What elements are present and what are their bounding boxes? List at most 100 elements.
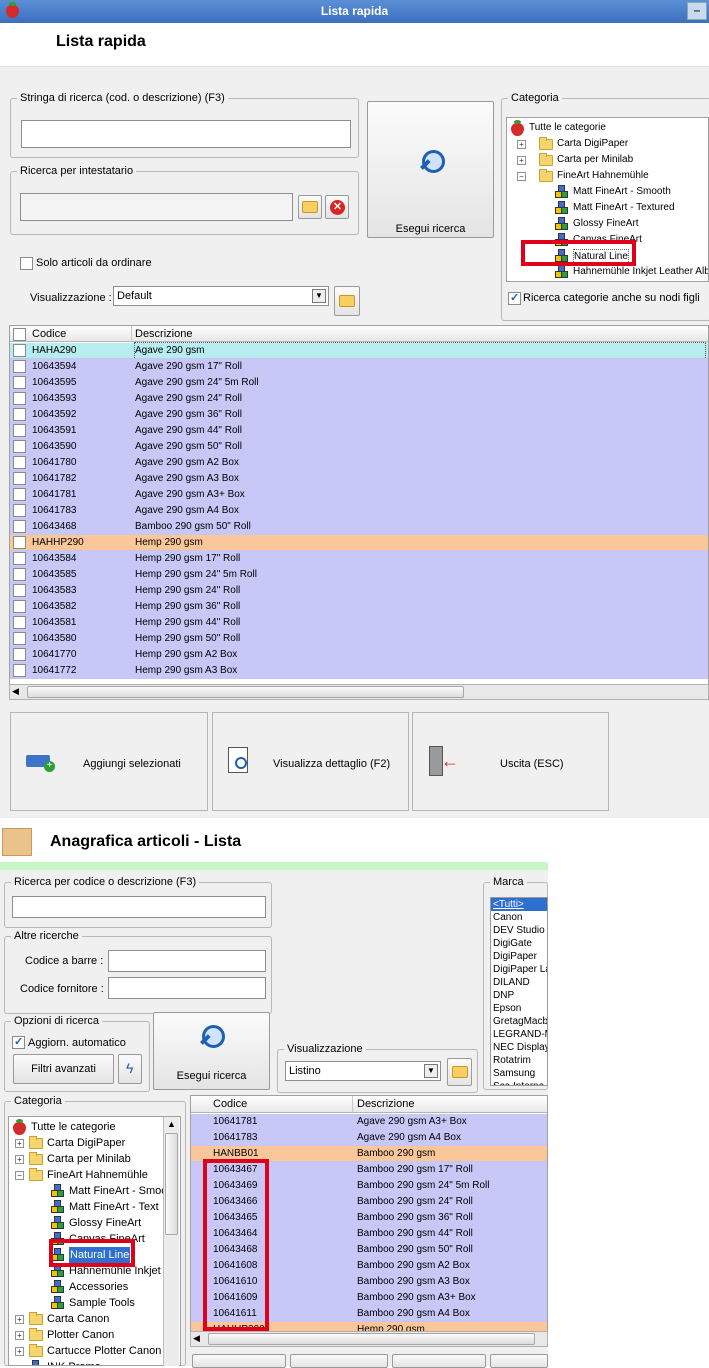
advanced-filters-button[interactable]: Filtri avanzati <box>13 1054 114 1084</box>
run-search-button[interactable]: Esegui ricerca <box>367 101 494 238</box>
lightning-button[interactable]: ϟ <box>118 1054 142 1084</box>
tree-item[interactable]: INK Promo <box>9 1359 164 1365</box>
col-desc-header-2[interactable]: Descrizione <box>357 1096 547 1112</box>
tree-item[interactable]: Tutte le categorie <box>9 1119 164 1135</box>
code-search-input[interactable] <box>12 896 266 918</box>
exit-button[interactable]: ← Uscita (ESC) <box>412 712 609 811</box>
col-code-header-2[interactable]: Codice <box>213 1096 353 1112</box>
scroll-left-icon[interactable]: ◀ <box>193 1333 200 1344</box>
tree-item[interactable]: + Carta per Minilab <box>507 152 708 168</box>
expand-toggle-icon[interactable]: + <box>15 1155 24 1164</box>
add-selected-button[interactable]: + Aggiungi selezionati <box>10 712 208 811</box>
tree-item[interactable]: Matt FineArt - Smooth <box>507 184 708 200</box>
scroll-left-icon[interactable]: ◀ <box>12 686 19 697</box>
brand-item[interactable]: DigiGate <box>491 937 547 950</box>
row-checkbox[interactable] <box>13 552 26 565</box>
tree-item[interactable]: + Cartucce Plotter Canon <box>9 1343 164 1359</box>
tree-item[interactable]: Accessories <box>9 1279 164 1295</box>
row-checkbox[interactable] <box>13 344 26 357</box>
table-row[interactable]: 10641772 Hemp 290 gsm A3 Box <box>10 663 708 679</box>
brand-item[interactable]: Epson <box>491 1002 547 1015</box>
holder-browse-button[interactable] <box>298 195 322 219</box>
row-checkbox[interactable] <box>13 616 26 629</box>
scrollbar-thumb[interactable] <box>27 686 464 698</box>
supplier-code-input[interactable] <box>108 977 266 999</box>
minimize-button[interactable]: – <box>687 2 707 20</box>
tree-item[interactable]: + Carta DigiPaper <box>9 1135 164 1151</box>
grid-horizontal-scrollbar-2[interactable]: ◀ <box>190 1331 548 1347</box>
scroll-up-icon[interactable]: ▲ <box>167 1119 176 1129</box>
table-row[interactable]: 10643591 Agave 290 gsm 44" Roll <box>10 423 708 439</box>
row-checkbox[interactable] <box>13 664 26 677</box>
table-row[interactable]: HAHHP290 Hemp 290 gsm <box>10 535 708 551</box>
scrollbar-thumb-3[interactable] <box>208 1333 535 1345</box>
brand-item[interactable]: DigiPaper La <box>491 963 547 976</box>
brand-item[interactable]: GretagMacb <box>491 1015 547 1028</box>
tree-item[interactable]: + Carta DigiPaper <box>507 136 708 152</box>
barcode-input[interactable] <box>108 950 266 972</box>
row-checkbox[interactable] <box>13 376 26 389</box>
brand-item[interactable]: DNP <box>491 989 547 1002</box>
table-row[interactable]: 10641782 Agave 290 gsm A3 Box <box>10 471 708 487</box>
auto-update-checkbox[interactable] <box>12 1035 25 1049</box>
select-all-checkbox[interactable] <box>13 328 26 341</box>
scrollbar-thumb-2[interactable] <box>165 1133 178 1235</box>
expand-toggle-icon[interactable]: + <box>15 1315 24 1324</box>
tree-item[interactable]: Tutte le categorie <box>507 120 708 136</box>
row-checkbox[interactable] <box>13 408 26 421</box>
tree-item[interactable]: Glossy FineArt <box>9 1215 164 1231</box>
view-folder-button[interactable] <box>334 286 360 316</box>
view-select[interactable]: Default ▼ <box>113 286 329 306</box>
brand-item[interactable]: <Tutti> <box>491 898 547 911</box>
tree-item[interactable]: Sample Tools <box>9 1295 164 1311</box>
row-checkbox[interactable] <box>13 392 26 405</box>
brand-item[interactable]: DEV Studio <box>491 924 547 937</box>
view-detail-button[interactable]: Visualizza dettaglio (F2) <box>212 712 409 811</box>
row-checkbox[interactable] <box>13 440 26 453</box>
row-checkbox[interactable] <box>13 584 26 597</box>
tree-item[interactable]: Hahnemühle Inkjet Leather Alb <box>507 264 708 280</box>
row-checkbox[interactable] <box>13 472 26 485</box>
expand-toggle-icon[interactable]: − <box>517 172 526 181</box>
tree-item[interactable]: + Carta per Minilab <box>9 1151 164 1167</box>
tree-item[interactable]: − FineArt Hahnemühle <box>507 168 708 184</box>
row-checkbox[interactable] <box>13 488 26 501</box>
view-select-2[interactable]: Listino ▼ <box>285 1061 441 1081</box>
row-checkbox[interactable] <box>13 648 26 661</box>
expand-toggle-icon[interactable]: + <box>15 1139 24 1148</box>
tree-item[interactable]: Matt FineArt - Textured <box>507 200 708 216</box>
articles-grid[interactable]: Codice Descrizione HAHA290 Agave 290 gsm 1… <box>9 325 709 687</box>
brand-item[interactable]: Sca Interna <box>491 1080 547 1085</box>
row-checkbox[interactable] <box>13 424 26 437</box>
table-row[interactable]: 10643583 Hemp 290 gsm 24" Roll <box>10 583 708 599</box>
row-checkbox[interactable] <box>13 456 26 469</box>
row-checkbox[interactable] <box>13 600 26 613</box>
tree-vertical-scrollbar[interactable]: ▲ <box>163 1117 179 1366</box>
row-checkbox[interactable] <box>13 360 26 373</box>
table-row[interactable]: 10643468 Bamboo 290 gsm 50" Roll <box>10 519 708 535</box>
table-row[interactable]: 10643592 Agave 290 gsm 36" Roll <box>10 407 708 423</box>
expand-toggle-icon[interactable]: − <box>15 1171 24 1180</box>
brand-item[interactable]: DILAND <box>491 976 547 989</box>
tree-item[interactable]: Matt FineArt - Smoo <box>9 1183 167 1199</box>
brand-list[interactable]: <Tutti> Canon DEV Studio DigiGate DigiPaper D… <box>490 897 548 1086</box>
table-row[interactable]: 10643585 Hemp 290 gsm 24" 5m Roll <box>10 567 708 583</box>
brand-item[interactable]: NEC Display <box>491 1041 547 1054</box>
table-row[interactable]: 10643580 Hemp 290 gsm 50" Roll <box>10 631 708 647</box>
table-row[interactable]: 10641770 Hemp 290 gsm A2 Box <box>10 647 708 663</box>
brand-item[interactable]: DigiPaper <box>491 950 547 963</box>
row-checkbox[interactable] <box>13 632 26 645</box>
expand-toggle-icon[interactable]: + <box>15 1331 24 1340</box>
grid-horizontal-scrollbar[interactable]: ◀ <box>9 684 709 700</box>
only-to-order-checkbox[interactable] <box>20 257 33 270</box>
tree-item[interactable]: + Plotter Canon <box>9 1327 164 1343</box>
table-row[interactable]: 10641780 Agave 290 gsm A2 Box <box>10 455 708 471</box>
table-row[interactable]: 10641781 Agave 290 gsm A3+ Box <box>191 1114 547 1130</box>
table-row[interactable]: 10643590 Agave 290 gsm 50" Roll <box>10 439 708 455</box>
row-checkbox[interactable] <box>13 520 26 533</box>
holder-input[interactable] <box>20 193 293 221</box>
col-code-header[interactable]: Codice <box>32 326 132 342</box>
row-checkbox[interactable] <box>13 504 26 517</box>
col-desc-header[interactable]: Descrizione <box>135 326 705 342</box>
tree-item[interactable]: + Carta Canon <box>9 1311 164 1327</box>
